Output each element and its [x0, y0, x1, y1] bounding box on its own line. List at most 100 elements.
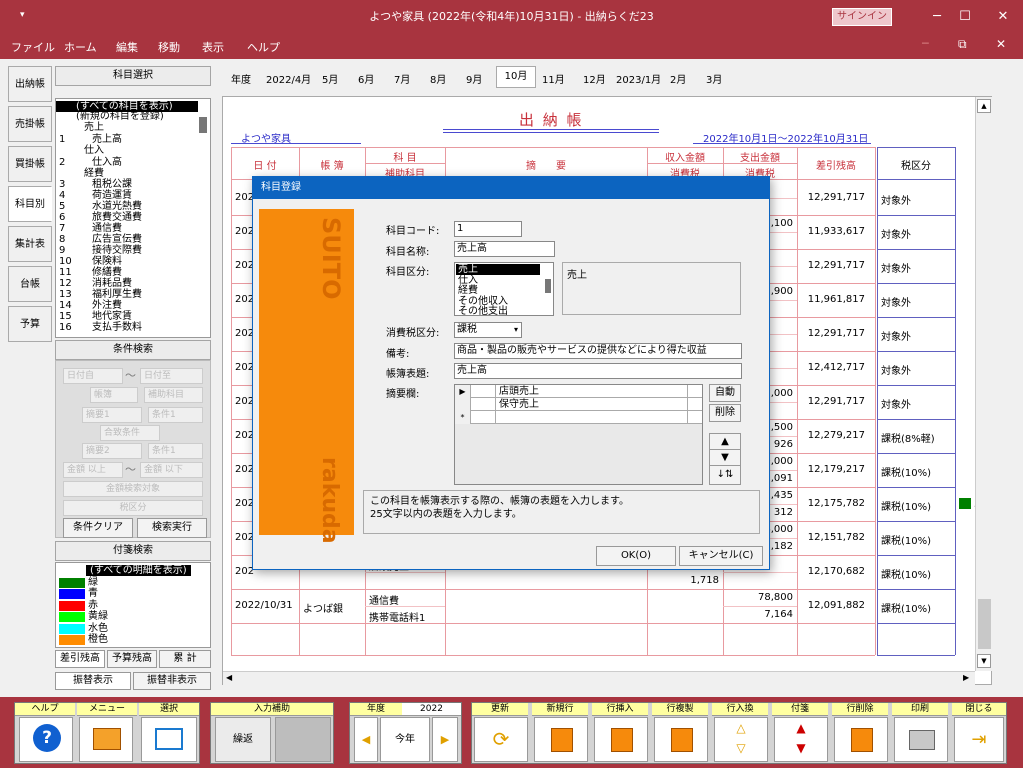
- cond1-select[interactable]: 条件1: [148, 407, 203, 423]
- tag-list-item[interactable]: 黄緑: [56, 611, 206, 622]
- new-row-button[interactable]: [534, 717, 588, 762]
- print-button[interactable]: [894, 717, 948, 762]
- run-search-button[interactable]: 検索実行: [137, 518, 207, 538]
- help-button[interactable]: ?: [19, 717, 73, 762]
- class-option[interactable]: その他支出: [456, 306, 540, 315]
- account-list-item[interactable]: 1 売上高: [56, 134, 198, 145]
- tab-cumulative[interactable]: 累 計: [159, 650, 211, 668]
- account-list-item[interactable]: 9 接待交際費: [56, 245, 198, 256]
- sort-button[interactable]: ↓⇅: [709, 465, 741, 485]
- tax-select[interactable]: 税区分: [63, 500, 203, 516]
- month-tab-apr[interactable]: 2022/4月: [266, 71, 311, 86]
- date-from-field[interactable]: 日付自: [63, 368, 123, 384]
- summary1-field[interactable]: 摘要1: [82, 407, 142, 423]
- sub-restore-icon[interactable]: ⧉: [958, 37, 967, 52]
- summary-row[interactable]: ▶ 店頭売上: [455, 385, 702, 398]
- tab-receivables[interactable]: 売掛帳: [8, 106, 52, 142]
- tab-hide-transfer[interactable]: 振替非表示: [133, 672, 211, 690]
- date-to-field[interactable]: 日付至: [140, 368, 203, 384]
- menu-move[interactable]: 移動: [158, 39, 180, 55]
- tab-cashbook[interactable]: 出納帳: [8, 66, 52, 102]
- account-list-item[interactable]: 6 旅費交通費: [56, 212, 198, 223]
- month-tab-mar[interactable]: 3月: [706, 71, 722, 86]
- sub-close-icon[interactable]: ✕: [996, 37, 1006, 51]
- month-tab-may[interactable]: 5月: [322, 71, 338, 86]
- summary2-field[interactable]: 摘要2: [82, 443, 142, 459]
- clear-conditions-button[interactable]: 条件クリア: [63, 518, 133, 538]
- account-list-item[interactable]: 16 支払手数料: [56, 322, 198, 333]
- book-title-input[interactable]: 売上高: [454, 363, 742, 379]
- row-code-cell[interactable]: [472, 398, 496, 411]
- month-tab-jul[interactable]: 7月: [394, 71, 410, 86]
- month-tab-feb[interactable]: 2月: [670, 71, 686, 86]
- prev-year-button[interactable]: ◀: [354, 717, 378, 762]
- menu-help[interactable]: ヘルプ: [247, 39, 280, 55]
- summary-text[interactable]: 店頭売上: [499, 385, 539, 398]
- row-code-cell[interactable]: [472, 385, 496, 398]
- new-row-icon[interactable]: *: [455, 411, 471, 424]
- row-code-cell[interactable]: [472, 411, 496, 424]
- account-list[interactable]: (すべての科目を表示) (新規の科目を登録) 売上 1 売上高 仕入 2 仕入高 経費 3 租税公課…: [55, 98, 211, 338]
- month-tab-dec[interactable]: 12月: [583, 71, 606, 86]
- select-button[interactable]: [141, 717, 197, 762]
- account-list-item[interactable]: 5 水道光熱費: [56, 201, 198, 212]
- update-button[interactable]: ⟳: [474, 717, 528, 762]
- current-row-icon[interactable]: ▶: [455, 385, 471, 398]
- tag-list-item[interactable]: 青: [56, 588, 206, 599]
- tab-budget[interactable]: 予算: [8, 306, 52, 342]
- menu-button[interactable]: [79, 717, 133, 762]
- note-input[interactable]: 商品・製品の販売やサービスの提供などにより得た収益: [454, 343, 742, 359]
- account-list-item[interactable]: 15 地代家賃: [56, 311, 198, 322]
- tab-ledger[interactable]: 台帳: [8, 266, 52, 302]
- tab-balance[interactable]: 差引残高: [55, 650, 105, 668]
- account-list-item[interactable]: (新規の科目を登録): [56, 111, 198, 122]
- scroll-up-icon[interactable]: ▲: [977, 99, 991, 113]
- month-tab-oct[interactable]: 10月: [496, 66, 536, 88]
- sub-account-select[interactable]: 補助科目: [144, 387, 203, 403]
- account-list-item[interactable]: 仕入: [56, 145, 198, 156]
- tag-list-item[interactable]: 橙色: [56, 634, 206, 645]
- account-list-item[interactable]: 14 外注費: [56, 300, 198, 311]
- cond2-select[interactable]: 条件1: [148, 443, 203, 459]
- close-icon[interactable]: ✕: [980, 0, 1023, 34]
- account-list-item[interactable]: 11 修繕費: [56, 267, 198, 278]
- account-list-item[interactable]: 4 荷造運賃: [56, 190, 198, 201]
- account-list-item[interactable]: 3 租税公課: [56, 179, 198, 190]
- repeat-button[interactable]: 繰返: [215, 717, 271, 762]
- tag-list[interactable]: (すべての明細を表示) 緑青赤黄緑 水色 橙色: [55, 562, 211, 648]
- account-list-item[interactable]: 13 福利厚生費: [56, 289, 198, 300]
- month-tab-sep[interactable]: 9月: [466, 71, 482, 86]
- class-option[interactable]: 売上: [456, 264, 540, 275]
- swap-row-button[interactable]: △ ▽: [714, 717, 768, 762]
- month-tab-nov[interactable]: 11月: [542, 71, 565, 86]
- this-year-button[interactable]: 今年: [380, 717, 430, 762]
- scroll-right-icon[interactable]: ▶: [963, 673, 969, 682]
- account-list-item[interactable]: 10 保険料: [56, 256, 198, 267]
- combine-select[interactable]: 合致条件: [100, 425, 160, 441]
- tag-list-item[interactable]: 緑: [56, 577, 206, 588]
- taxclass-select[interactable]: 課税 ▾: [454, 322, 522, 338]
- account-list-item[interactable]: 経費: [56, 168, 198, 179]
- name-input[interactable]: 売上高: [454, 241, 555, 257]
- row-selector[interactable]: [455, 398, 471, 411]
- auto-button[interactable]: 自動: [709, 384, 741, 402]
- month-tab-aug[interactable]: 8月: [430, 71, 446, 86]
- menu-file[interactable]: ファイル: [11, 39, 55, 55]
- class-option[interactable]: その他収入: [456, 296, 540, 307]
- delete-button[interactable]: 削除: [709, 404, 741, 422]
- copy-row-button[interactable]: [654, 717, 708, 762]
- month-tab-jun[interactable]: 6月: [358, 71, 374, 86]
- close-button[interactable]: ⇥: [954, 717, 1004, 762]
- class-listbox[interactable]: 売上 仕入 経費 その他収入 その他支出: [454, 262, 554, 316]
- account-list-item[interactable]: 8 広告宣伝費: [56, 234, 198, 245]
- tab-summary[interactable]: 集計表: [8, 226, 52, 262]
- summary-row[interactable]: *: [455, 411, 702, 424]
- tab-payables[interactable]: 買掛帳: [8, 146, 52, 182]
- scroll-thumb[interactable]: [978, 599, 991, 649]
- ok-button[interactable]: OK(O): [596, 546, 676, 566]
- ledger-vscroll[interactable]: ▲ ▼: [975, 97, 992, 671]
- tab-budget-balance[interactable]: 予算残高: [107, 650, 157, 668]
- account-list-scrollbar[interactable]: [199, 117, 207, 133]
- class-option[interactable]: 仕入: [456, 275, 540, 286]
- summary-text[interactable]: 保守売上: [499, 398, 539, 411]
